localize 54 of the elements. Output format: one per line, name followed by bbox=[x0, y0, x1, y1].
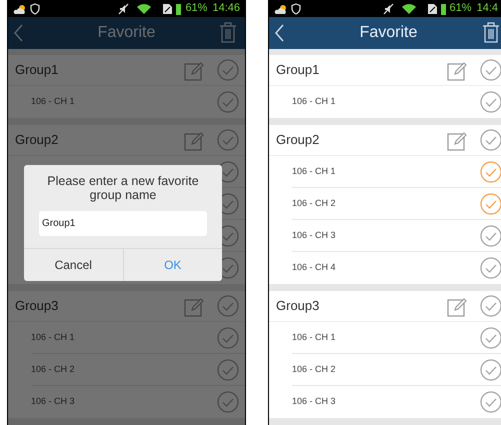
edit-icon[interactable] bbox=[447, 296, 468, 316]
wifi-icon bbox=[137, 2, 152, 14]
shield-icon bbox=[291, 2, 301, 14]
edit-icon[interactable] bbox=[447, 60, 468, 80]
channel-label: 106 - CH 1 bbox=[31, 95, 76, 108]
edit-icon[interactable] bbox=[184, 60, 205, 80]
channel-label: 106 - CH 3 bbox=[292, 395, 337, 408]
cancel-button[interactable]: Cancel bbox=[24, 249, 122, 281]
wifi-icon bbox=[402, 2, 416, 14]
channel-label: 106 - CH 3 bbox=[31, 395, 76, 408]
dialog-message: Please enter a new favorite group name bbox=[46, 173, 200, 202]
screen-title: Favorite bbox=[360, 23, 418, 43]
check-circle-icon[interactable] bbox=[217, 358, 239, 380]
check-circle-icon[interactable] bbox=[217, 295, 239, 317]
weather-icon bbox=[13, 2, 25, 14]
trash-icon[interactable] bbox=[482, 22, 500, 43]
clock-time: 14:4 bbox=[476, 3, 498, 14]
group-name: Group3 bbox=[276, 297, 320, 316]
sim-card-icon bbox=[426, 2, 438, 14]
channel-label: 106 - CH 4 bbox=[292, 261, 337, 274]
channel-label: 106 - CH 1 bbox=[31, 330, 76, 344]
weather-icon bbox=[274, 2, 286, 14]
edit-icon[interactable] bbox=[447, 130, 468, 150]
group-name-field[interactable]: Group1 bbox=[39, 211, 207, 236]
check-circle-icon[interactable] bbox=[217, 391, 239, 413]
channel-label: 106 - CH 2 bbox=[292, 362, 337, 376]
battery-percent: 61% bbox=[450, 3, 472, 14]
edit-icon[interactable] bbox=[184, 296, 205, 316]
trash-icon[interactable] bbox=[219, 22, 237, 43]
battery-percent: 61% bbox=[185, 3, 208, 14]
edit-icon[interactable] bbox=[184, 130, 205, 150]
muted-speaker-icon bbox=[118, 2, 130, 14]
check-circle-icon[interactable] bbox=[217, 91, 239, 113]
channel-label: 106 - CH 2 bbox=[292, 196, 337, 210]
channel-label: 106 - CH 2 bbox=[31, 362, 76, 376]
sim-card-icon bbox=[162, 2, 174, 14]
group-name: Group2 bbox=[15, 131, 60, 150]
check-circle-icon[interactable] bbox=[217, 59, 239, 81]
check-circle-icon[interactable] bbox=[217, 129, 239, 151]
battery-icon bbox=[175, 2, 182, 14]
shield-icon bbox=[30, 2, 40, 14]
group-name: Group1 bbox=[276, 61, 320, 80]
channel-label: 106 - CH 3 bbox=[292, 228, 337, 242]
muted-speaker-icon bbox=[382, 2, 394, 14]
clock-time: 14:46 bbox=[212, 3, 240, 14]
group-name: Group3 bbox=[15, 297, 60, 316]
battery-icon bbox=[440, 2, 447, 14]
channel-label: 106 - CH 1 bbox=[292, 164, 337, 178]
check-circle-icon[interactable] bbox=[217, 326, 239, 348]
screen-title: Favorite bbox=[98, 23, 156, 43]
channel-label: 106 - CH 1 bbox=[292, 330, 337, 344]
channel-label: 106 - CH 1 bbox=[292, 95, 337, 108]
group-name: Group2 bbox=[276, 131, 320, 150]
group-name: Group1 bbox=[15, 61, 60, 80]
